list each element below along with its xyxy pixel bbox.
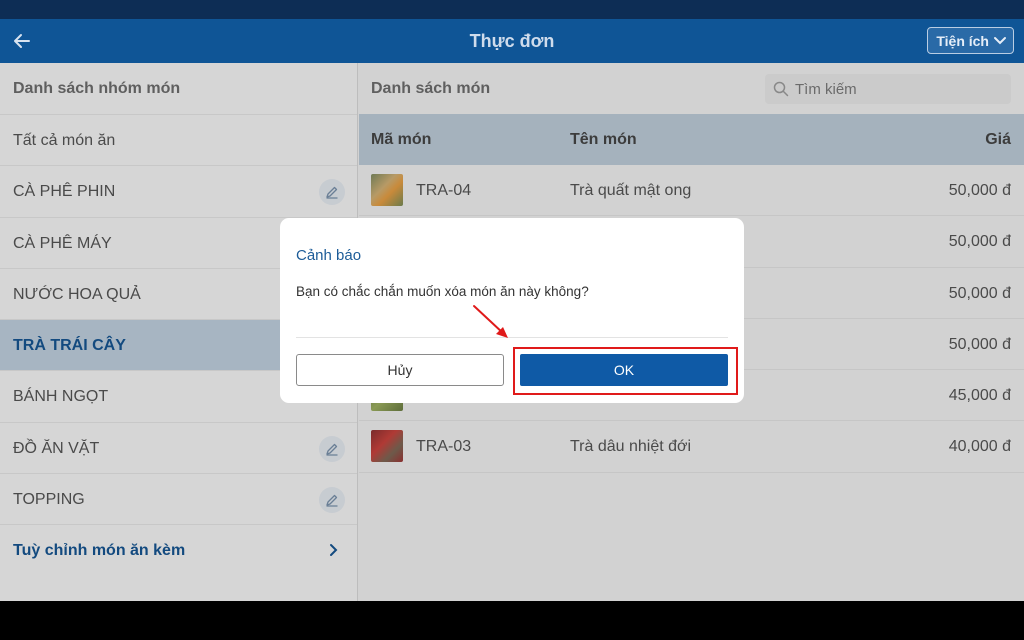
sidebar-item-label: TOPPING: [13, 491, 85, 509]
cancel-button[interactable]: Hủy: [296, 354, 504, 386]
column-name: Tên món: [570, 131, 637, 148]
dish-code: TRA-03: [416, 438, 472, 456]
sidebar-item-ca-phe-phin[interactable]: CÀ PHÊ PHIN: [0, 165, 357, 217]
customize-side-dishes-link[interactable]: Tuỳ chỉnh món ăn kèm: [0, 524, 357, 576]
dish-code: TRA-04: [416, 182, 472, 199]
pencil-icon[interactable]: [319, 435, 345, 462]
column-code: Mã món: [371, 131, 432, 148]
pencil-icon[interactable]: [319, 179, 345, 206]
chevron-down-icon: [994, 36, 1006, 44]
sidebar-item-label: BÁNH NGỌT: [13, 388, 109, 406]
dish-price: 50,000 đ: [948, 182, 1011, 199]
dish-thumbnail: [371, 430, 403, 463]
dish-list-title: Danh sách món: [371, 80, 491, 97]
dish-price: 50,000 đ: [948, 284, 1011, 302]
tools-label: Tiện ích: [936, 32, 989, 49]
app-bar: Thực đơn Tiện ích: [0, 19, 1024, 63]
dish-name: Trà quất mật ong: [570, 182, 692, 199]
dish-list-header: Danh sách món: [359, 63, 1024, 114]
dish-price: 50,000 đ: [948, 335, 1011, 353]
sidebar-item-label: NƯỚC HOA QUẢ: [13, 285, 141, 303]
search-box[interactable]: [765, 74, 1011, 104]
sidebar-header: Danh sách nhóm món: [13, 80, 181, 97]
table-row[interactable]: TRA-03 Trà dâu nhiệt đới 40,000 đ: [359, 421, 1024, 473]
status-bar: [0, 0, 1024, 19]
bottom-bar: [0, 601, 1024, 640]
sidebar-item-label: Tất cả món ăn: [13, 132, 116, 149]
sidebar-item-label: CÀ PHÊ MÁY: [13, 234, 112, 252]
column-price: Giá: [985, 131, 1011, 148]
red-arrow-icon: [473, 305, 508, 338]
search-input[interactable]: [795, 80, 995, 98]
sidebar-item-all[interactable]: Tất cả món ăn: [0, 114, 357, 166]
dish-name: Trà dâu nhiệt đới: [570, 438, 692, 456]
sidebar-item-topping[interactable]: TOPPING: [0, 473, 357, 525]
sidebar-item-do-an-vat[interactable]: ĐỒ ĂN VẶT: [0, 421, 357, 474]
link-label: Tuỳ chỉnh món ăn kèm: [13, 542, 186, 560]
dish-thumbnail: [371, 174, 403, 206]
dish-price: 50,000 đ: [948, 233, 1011, 251]
pencil-icon[interactable]: [319, 487, 345, 514]
dish-price: 40,000 đ: [948, 438, 1011, 456]
arrow-left-icon: [14, 34, 30, 48]
sidebar-item-label: CÀ PHÊ PHIN: [13, 183, 116, 201]
ok-highlight-box: [513, 347, 738, 395]
page-title: Thực đơn: [469, 31, 555, 51]
dialog-title: Cảnh báo: [296, 247, 362, 264]
table-header: Mã món Tên món Giá: [359, 114, 1024, 165]
sidebar-item-label: ĐỒ ĂN VẶT: [13, 439, 100, 457]
back-button[interactable]: [8, 27, 36, 55]
table-row[interactable]: TRA-04 Trà quất mật ong 50,000 đ: [359, 165, 1024, 217]
sidebar-item-label: TRÀ TRÁI CÂY: [13, 337, 126, 355]
search-icon: [773, 81, 789, 97]
dialog-message: Bạn có chắc chắn muốn xóa món ăn này khô…: [296, 284, 589, 299]
tools-dropdown-button[interactable]: Tiện ích: [927, 27, 1014, 54]
dish-price: 45,000 đ: [948, 387, 1011, 405]
chevron-right-icon: [323, 539, 345, 561]
